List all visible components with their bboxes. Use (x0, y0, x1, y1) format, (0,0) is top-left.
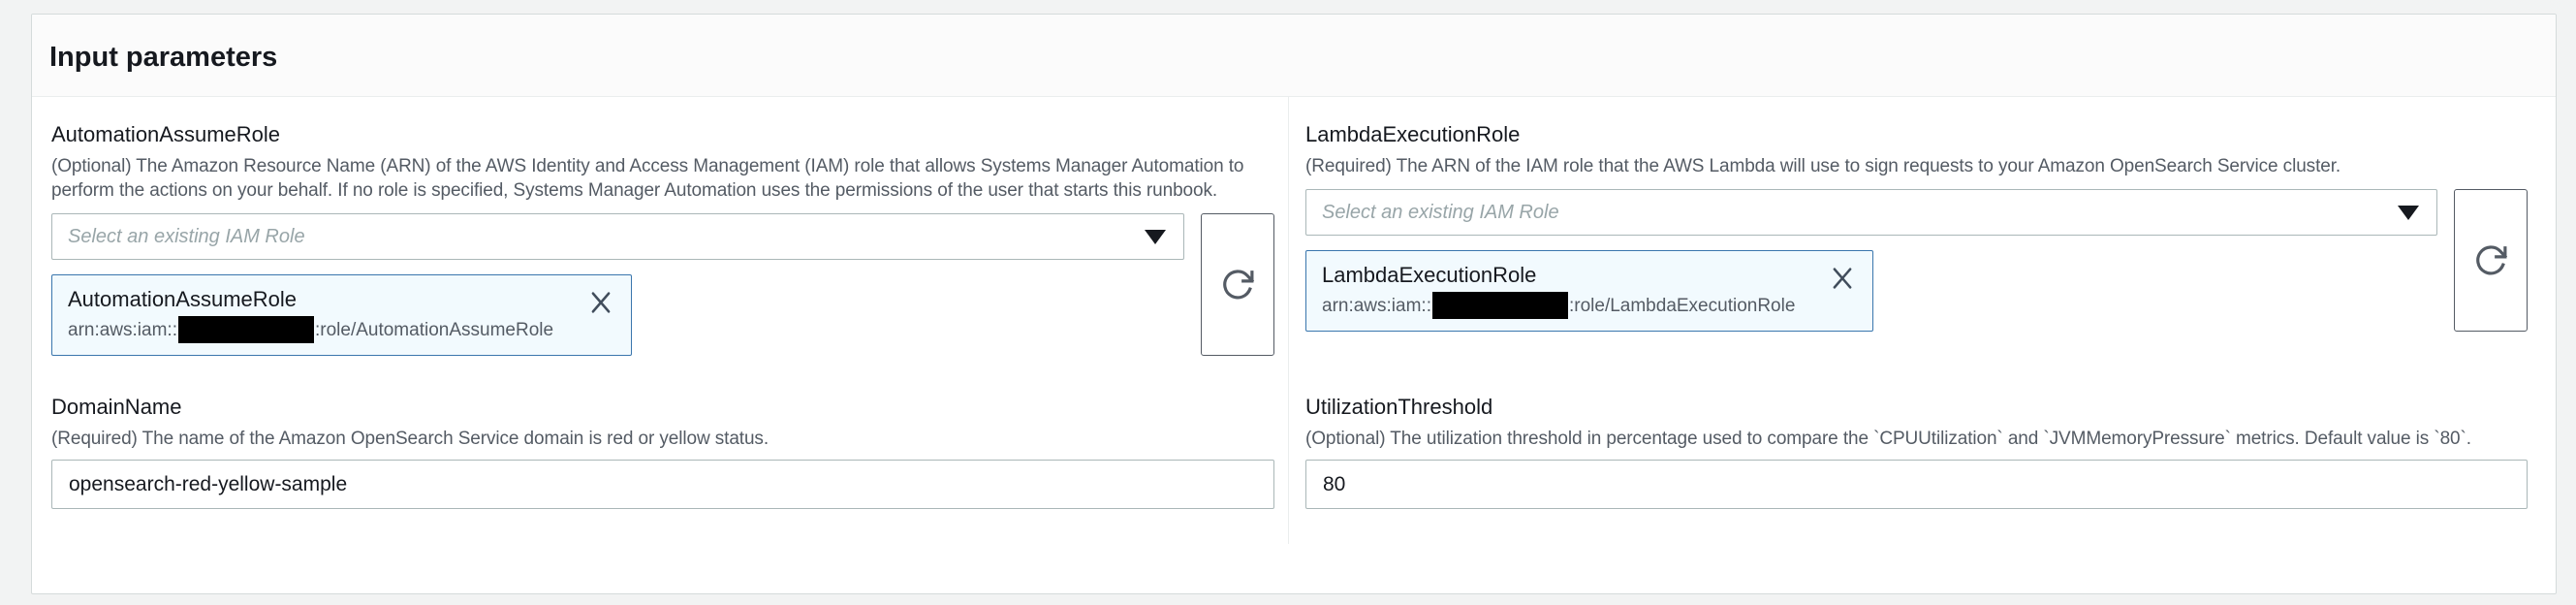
field-description: (Required) The ARN of the IAM role that … (1305, 154, 2528, 178)
refresh-icon (1219, 267, 1256, 303)
redacted-account-id (178, 316, 314, 343)
input-parameters-panel: Input parameters AutomationAssumeRole (O… (31, 14, 2557, 594)
field-description: (Optional) The utilization threshold in … (1305, 427, 2528, 451)
automation-role-token: AutomationAssumeRole arn:aws:iam:::role/… (51, 274, 632, 356)
redacted-account-id (1432, 292, 1568, 319)
automation-role-select-input[interactable] (51, 213, 1184, 260)
utilization-threshold-input[interactable] (1305, 460, 2528, 509)
panel-title: Input parameters (49, 42, 2536, 73)
token-role-name: LambdaExecutionRole (1322, 262, 1795, 289)
refresh-lambda-role-button[interactable] (2454, 189, 2528, 332)
token-role-arn: arn:aws:iam:::role/AutomationAssumeRole (68, 316, 553, 343)
refresh-icon (2472, 242, 2509, 279)
field-utilization-threshold: UtilizationThreshold (Optional) The util… (1288, 356, 2556, 544)
field-domain-name: DomainName (Required) The name of the Am… (32, 356, 1288, 544)
parameters-grid: AutomationAssumeRole (Optional) The Amaz… (32, 97, 2556, 544)
lambda-role-token: LambdaExecutionRole arn:aws:iam:::role/L… (1305, 250, 1873, 332)
panel-header: Input parameters (32, 15, 2556, 97)
field-description: (Optional) The Amazon Resource Name (ARN… (51, 154, 1274, 203)
role-picker-row: LambdaExecutionRole arn:aws:iam:::role/L… (1305, 189, 2528, 332)
role-picker-row: AutomationAssumeRole arn:aws:iam:::role/… (51, 213, 1274, 356)
close-icon (586, 288, 615, 317)
field-label: AutomationAssumeRole (51, 120, 1274, 149)
token-role-arn: arn:aws:iam:::role/LambdaExecutionRole (1322, 292, 1795, 319)
dismiss-lambda-role-button[interactable] (1828, 264, 1857, 293)
refresh-automation-role-button[interactable] (1201, 213, 1274, 356)
token-role-name: AutomationAssumeRole (68, 286, 553, 313)
dismiss-automation-role-button[interactable] (586, 288, 615, 317)
close-icon (1828, 264, 1857, 293)
lambda-role-select-input[interactable] (1305, 189, 2437, 236)
domain-name-input[interactable] (51, 460, 1274, 509)
field-automation-assume-role: AutomationAssumeRole (Optional) The Amaz… (32, 97, 1288, 356)
field-label: UtilizationThreshold (1305, 393, 2528, 422)
field-label: DomainName (51, 393, 1274, 422)
field-lambda-execution-role: LambdaExecutionRole (Required) The ARN o… (1288, 97, 2556, 356)
field-description: (Required) The name of the Amazon OpenSe… (51, 427, 1274, 451)
field-label: LambdaExecutionRole (1305, 120, 2528, 149)
